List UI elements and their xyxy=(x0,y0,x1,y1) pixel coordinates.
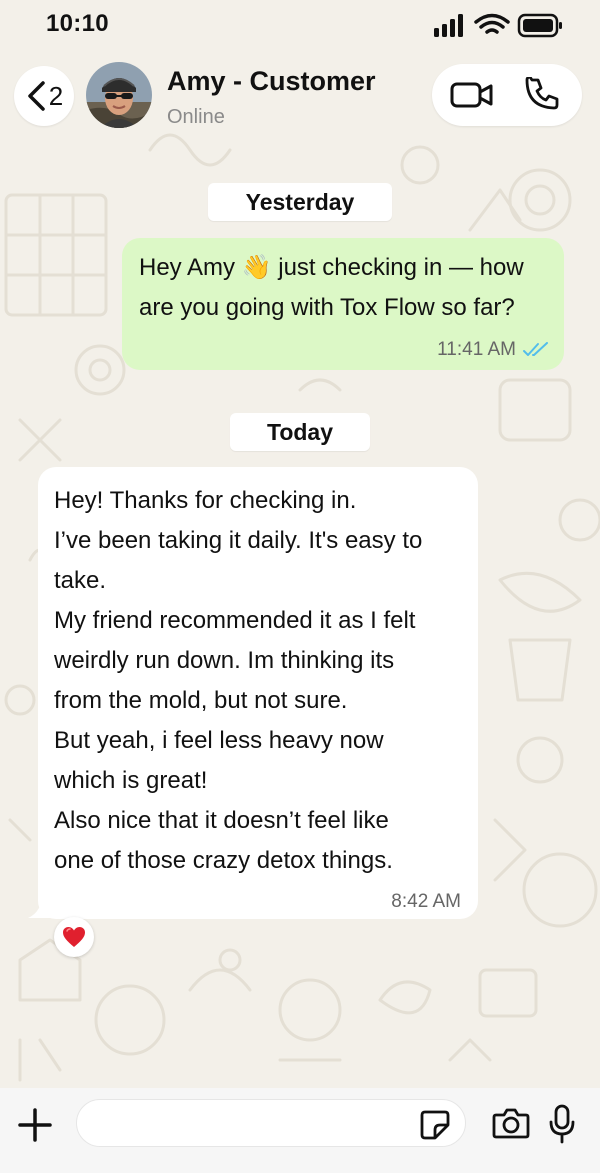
date-chip-today: Today xyxy=(230,413,370,451)
double-check-icon xyxy=(523,342,548,356)
message-line: are you going with Tox Flow so far? xyxy=(139,294,515,321)
incoming-message[interactable]: Hey! Thanks for checking in. I’ve been t… xyxy=(38,467,478,919)
heart-reaction[interactable] xyxy=(54,917,94,957)
battery-icon xyxy=(517,13,562,38)
message-line: I’ve been taking it daily. It's easy to xyxy=(54,527,423,554)
message-input[interactable] xyxy=(76,1099,466,1147)
unread-count: 2 xyxy=(48,80,64,111)
message-text: Hey Amy 👋 just checking in — how are you… xyxy=(139,248,548,328)
message-line: Hey! Thanks for checking in. xyxy=(54,487,357,514)
microphone-icon[interactable] xyxy=(548,1104,576,1144)
wifi-icon xyxy=(474,13,510,34)
status-icons xyxy=(434,13,562,38)
back-chevron-icon xyxy=(28,81,45,111)
outgoing-message[interactable]: Hey Amy 👋 just checking in — how are you… xyxy=(122,238,564,370)
contact-avatar[interactable] xyxy=(86,62,152,128)
message-line: Also nice that it doesn’t feel like xyxy=(54,807,389,834)
message-time: 8:42 AM xyxy=(391,891,461,912)
message-line: take. xyxy=(54,567,107,594)
message-line: which is great! xyxy=(54,767,208,794)
status-bar: 10:10 xyxy=(0,0,600,52)
date-chip-yesterday: Yesterday xyxy=(208,183,392,221)
message-line: But yeah, i feel less heavy now xyxy=(54,727,384,754)
message-line: from the mold, but not sure. xyxy=(54,687,348,714)
phone-icon[interactable] xyxy=(524,77,560,113)
chat-header: 2 Amy - Customer Online xyxy=(0,52,600,140)
heart-icon xyxy=(63,927,85,947)
camera-icon[interactable] xyxy=(492,1106,530,1140)
message-text: Hey! Thanks for checking in. I’ve been t… xyxy=(54,481,462,881)
back-button[interactable]: 2 xyxy=(14,66,74,126)
message-line: weirdly run down. Im thinking its xyxy=(54,647,395,674)
message-time: 11:41 AM xyxy=(437,339,516,360)
video-call-icon[interactable] xyxy=(450,79,494,111)
message-line: one of those crazy detox things. xyxy=(54,847,393,874)
contact-name[interactable]: Amy - Customer xyxy=(167,66,376,97)
message-line: My friend recommended it as I felt xyxy=(54,607,416,634)
message-composer xyxy=(0,1088,600,1173)
call-actions xyxy=(432,64,582,126)
status-time: 10:10 xyxy=(46,10,109,37)
cellular-signal-icon xyxy=(434,14,463,37)
sticker-icon[interactable] xyxy=(419,1109,451,1141)
message-line: Hey Amy 👋 just checking in — how xyxy=(139,254,524,281)
plus-icon[interactable] xyxy=(16,1106,54,1144)
contact-status: Online xyxy=(167,106,225,128)
